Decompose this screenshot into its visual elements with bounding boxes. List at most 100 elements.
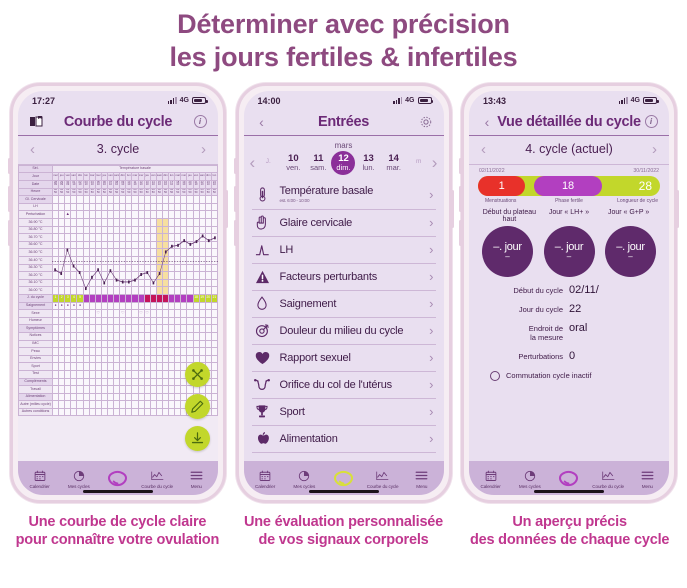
prev-week-button[interactable]: ‹: [250, 154, 256, 171]
entry-lh[interactable]: LH ›: [252, 237, 436, 264]
entry-rapport-sexuel[interactable]: Rapport sexuel ›: [252, 345, 436, 372]
tab-mes-cycles[interactable]: Mes cycles: [285, 468, 324, 489]
day-weekday: mar.: [386, 164, 401, 172]
chevron-right-icon[interactable]: ›: [429, 350, 433, 365]
chart-line-icon: [376, 468, 389, 483]
tab-home[interactable]: [324, 471, 363, 487]
edit-icon[interactable]: [185, 394, 210, 419]
phone-button-volume-up: [8, 186, 11, 212]
entry-glaire-cervicale[interactable]: Glaire cervicale ›: [252, 210, 436, 237]
chevron-right-icon[interactable]: ›: [429, 404, 433, 419]
chevron-right-icon[interactable]: ›: [429, 431, 433, 446]
chevron-right-icon[interactable]: ›: [429, 269, 433, 284]
day-J.[interactable]: J.: [256, 151, 280, 175]
cycle-bar-dates: 02/11/2022 30/11/2022: [478, 165, 660, 176]
pie-chart-icon: [298, 468, 310, 483]
entry-label: Saignement: [280, 298, 421, 310]
day-10[interactable]: 10 ven.: [281, 151, 305, 175]
cycle-label: 4. cycle (actuel): [525, 142, 613, 156]
info-icon[interactable]: i: [643, 114, 659, 130]
tab-mes-cycles[interactable]: Mes cycles: [59, 468, 98, 489]
metric-circle-1[interactable]: –. jour –: [482, 226, 533, 277]
home-indicator: [534, 490, 604, 493]
tab-courbe-du-cycle[interactable]: Courbe du cycle: [589, 468, 628, 489]
gear-icon[interactable]: [418, 114, 434, 130]
day-m[interactable]: m: [407, 151, 431, 175]
tab-home[interactable]: [549, 471, 588, 487]
tab-calendrier[interactable]: Calendrier: [246, 468, 285, 489]
chart-y-tick: 36.70 °C: [19, 234, 53, 242]
inactive-cycle-toggle[interactable]: Commutation cycle inactif: [478, 371, 660, 381]
chevron-left-icon[interactable]: ‹: [479, 114, 495, 130]
entry-facteurs-perturbants[interactable]: Facteurs perturbants ›: [252, 264, 436, 291]
tab-menu[interactable]: Menu: [177, 468, 216, 489]
entry-label: Facteurs perturbants: [280, 271, 421, 283]
entry-alimentation[interactable]: Alimentation ›: [252, 426, 436, 453]
cycle-end-date: 30/11/2022: [633, 168, 659, 174]
tab-mes-cycles[interactable]: Mes cycles: [510, 468, 549, 489]
phone-mockup-cycle-detail: 13:43 4G ‹ Vue détaillée du cycle i ‹ 4.…: [461, 83, 677, 503]
phone-button-power: [676, 190, 679, 228]
chart-row-label: Gl. Cervicale: [19, 196, 53, 204]
chart-row-label: Envies: [19, 355, 53, 363]
share-icon[interactable]: [185, 362, 210, 387]
entry-sport[interactable]: Sport ›: [252, 399, 436, 426]
download-icon[interactable]: [185, 426, 210, 451]
detail-value: 02/11/: [569, 284, 660, 296]
logo-icon: [558, 471, 579, 486]
tab-home[interactable]: [98, 471, 137, 487]
chevron-right-icon[interactable]: ›: [429, 242, 433, 257]
chevron-right-icon[interactable]: ›: [429, 187, 433, 202]
tab-menu[interactable]: Menu: [628, 468, 667, 489]
cycle-chart[interactable]: Sél. Température basale Jour mer jeu ven sam di…: [18, 165, 218, 461]
caption-line: pour connaître votre ovulation: [16, 532, 219, 548]
tab-label: Calendrier: [255, 484, 275, 489]
chevron-left-icon[interactable]: ‹: [254, 114, 270, 130]
day-14[interactable]: 14 mar.: [382, 151, 406, 175]
radio-circle-icon[interactable]: [490, 371, 500, 381]
tab-menu[interactable]: Menu: [402, 468, 441, 489]
entry-douleur-du-milieu-du-cycle[interactable]: Douleur du milieu du cycle ›: [252, 318, 436, 345]
chevron-right-icon[interactable]: ›: [429, 296, 433, 311]
metric-circle-3[interactable]: –. jour –: [605, 226, 656, 277]
chevron-right-icon[interactable]: ›: [429, 215, 433, 230]
tab-label: Mes cycles: [519, 484, 541, 489]
tab-calendrier[interactable]: Calendrier: [471, 468, 510, 489]
phone-button-volume-up: [459, 186, 462, 212]
entry-orifice-du-col-de-l-ut-rus[interactable]: Orifice du col de l'utérus ›: [252, 372, 436, 399]
headline-line-1: Déterminer avec précision: [177, 9, 510, 39]
tab-calendrier[interactable]: Calendrier: [20, 468, 59, 489]
status-bar: 14:00 4G: [244, 91, 444, 111]
next-cycle-button[interactable]: ›: [652, 141, 657, 158]
next-cycle-button[interactable]: ›: [201, 141, 206, 158]
phone-button-mute: [8, 158, 11, 174]
next-week-button[interactable]: ›: [432, 154, 438, 171]
detail-value: oral: [569, 322, 660, 334]
prev-cycle-button[interactable]: ‹: [481, 141, 486, 158]
entry-temp-rature-basale[interactable]: Température basale est. 6:00 - 10:00 ›: [252, 180, 436, 210]
day-11[interactable]: 11 sam.: [306, 151, 330, 175]
tab-courbe-du-cycle[interactable]: Courbe du cycle: [138, 468, 177, 489]
chart-y-tick: 36.40 °C: [19, 257, 53, 265]
chevron-right-icon[interactable]: ›: [429, 323, 433, 338]
tab-courbe-du-cycle[interactable]: Courbe du cycle: [363, 468, 402, 489]
detail-row: Jour du cycle 22: [478, 303, 660, 315]
cycle-phase-bar[interactable]: 1 18 28: [478, 176, 660, 196]
cycle-selector: ‹ 3. cycle ›: [18, 136, 218, 165]
trophy-icon: [254, 404, 271, 419]
chevron-right-icon[interactable]: ›: [429, 377, 433, 392]
caption-line: Une courbe de cycle claire: [29, 514, 207, 530]
caption-2: Une évaluation personnalisée de vos signa…: [232, 513, 455, 550]
chart-row-label: Travail: [19, 386, 53, 394]
entry-saignement[interactable]: Saignement ›: [252, 291, 436, 318]
day-12[interactable]: 12 dim.: [331, 151, 355, 175]
info-icon[interactable]: i: [192, 114, 208, 130]
metric-circle-2[interactable]: –. jour –: [544, 226, 595, 277]
prev-cycle-button[interactable]: ‹: [30, 141, 35, 158]
book-icon[interactable]: [28, 114, 44, 130]
metric-subvalue: –: [505, 252, 509, 261]
toggle-label: Commutation cycle inactif: [506, 371, 591, 380]
caption-line: Une évaluation personnalisée: [244, 514, 443, 530]
tab-label: Menu: [191, 484, 202, 489]
day-13[interactable]: 13 lun.: [357, 151, 381, 175]
